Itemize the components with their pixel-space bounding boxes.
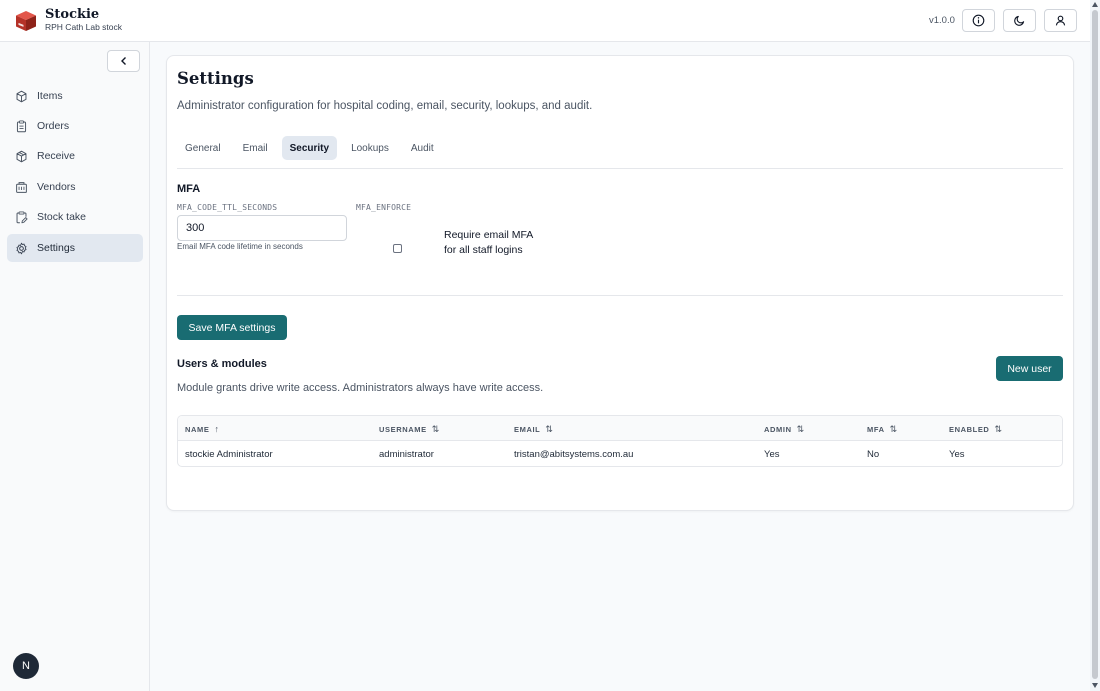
column-header-admin[interactable]: ADMIN ⇅ bbox=[764, 424, 805, 435]
tab-lookups[interactable]: Lookups bbox=[343, 136, 397, 160]
sort-icon: ⇅ bbox=[796, 424, 805, 434]
sidebar-item-receive[interactable]: Receive bbox=[7, 142, 143, 170]
column-label: NAME bbox=[185, 424, 210, 434]
info-button[interactable] bbox=[962, 9, 995, 32]
sort-icon: ⇅ bbox=[545, 424, 554, 434]
app-subtitle: RPH Cath Lab stock bbox=[45, 22, 123, 32]
user-icon bbox=[1055, 15, 1066, 26]
clipboard-icon bbox=[16, 120, 27, 132]
column-label: MFA bbox=[867, 425, 885, 434]
column-header-username[interactable]: USERNAME ⇅ bbox=[379, 424, 440, 435]
package-icon bbox=[16, 150, 27, 162]
sort-icon: ⇅ bbox=[994, 424, 1003, 434]
moon-icon bbox=[1014, 15, 1025, 26]
sidebar-item-settings[interactable]: Settings bbox=[7, 234, 143, 262]
page-scrollbar[interactable] bbox=[1090, 0, 1100, 691]
sidebar-item-label: Items bbox=[37, 90, 63, 102]
cell-mfa: No bbox=[867, 449, 880, 460]
column-header-mfa[interactable]: MFA ⇅ bbox=[867, 424, 898, 435]
column-label: EMAIL bbox=[514, 425, 541, 434]
top-header: Stockie RPH Cath Lab stock v1.0.0 bbox=[0, 0, 1090, 42]
cell-admin: Yes bbox=[764, 449, 780, 460]
save-mfa-settings-button[interactable]: Save MFA settings bbox=[177, 315, 287, 340]
column-label: ADMIN bbox=[764, 425, 792, 434]
cube-icon bbox=[16, 90, 27, 102]
cell-name: stockie Administrator bbox=[185, 449, 273, 460]
sidebar-item-label: Receive bbox=[37, 150, 75, 162]
sidebar: Items Orders Receive Vendors Stock take … bbox=[0, 42, 150, 691]
sidebar-item-stock-take[interactable]: Stock take bbox=[7, 203, 143, 231]
sidebar-collapse-button[interactable] bbox=[107, 50, 140, 72]
users-description: Module grants drive write access. Admini… bbox=[177, 382, 544, 394]
tab-security[interactable]: Security bbox=[281, 136, 338, 160]
mfa-enforce-text[interactable]: Require email MFA for all staff logins bbox=[444, 228, 534, 257]
tab-general[interactable]: General bbox=[177, 136, 229, 160]
chevron-left-icon bbox=[120, 57, 126, 65]
column-label: USERNAME bbox=[379, 425, 427, 434]
settings-tabs: General Email Security Lookups Audit bbox=[177, 136, 448, 160]
brand[interactable]: Stockie RPH Cath Lab stock bbox=[14, 8, 122, 33]
settings-card: Settings Administrator configuration for… bbox=[166, 55, 1074, 511]
sidebar-item-label: Orders bbox=[37, 120, 70, 132]
gear-icon bbox=[16, 242, 27, 254]
scroll-up-icon[interactable] bbox=[1092, 2, 1098, 7]
sort-icon: ⇅ bbox=[431, 424, 440, 434]
table-header: NAME ↑ USERNAME ⇅ EMAIL ⇅ ADMIN ⇅ MFA ⇅ ENABL… bbox=[178, 416, 1062, 441]
new-user-button[interactable]: New user bbox=[996, 356, 1063, 381]
users-table: NAME ↑ USERNAME ⇅ EMAIL ⇅ ADMIN ⇅ MFA ⇅ ENABL… bbox=[177, 415, 1063, 467]
scroll-down-icon[interactable] bbox=[1092, 683, 1098, 688]
tab-audit[interactable]: Audit bbox=[403, 136, 442, 160]
app-name: Stockie bbox=[45, 7, 100, 22]
column-header-name[interactable]: NAME ↑ bbox=[185, 424, 220, 434]
users-heading: Users & modules bbox=[177, 358, 267, 370]
sidebar-item-label: Settings bbox=[37, 242, 75, 254]
building-icon bbox=[16, 181, 27, 193]
scroll-thumb[interactable] bbox=[1092, 10, 1098, 679]
info-icon bbox=[972, 14, 985, 27]
sidebar-item-vendors[interactable]: Vendors bbox=[7, 173, 143, 201]
section-divider bbox=[177, 295, 1063, 296]
cell-enabled: Yes bbox=[949, 449, 965, 460]
sidebar-item-label: Stock take bbox=[37, 211, 87, 223]
sidebar-item-label: Vendors bbox=[37, 181, 76, 193]
theme-toggle-button[interactable] bbox=[1003, 9, 1036, 32]
column-header-enabled[interactable]: ENABLED ⇅ bbox=[949, 424, 1003, 435]
mfa-ttl-label: MFA_CODE_TTL_SECONDS bbox=[177, 203, 278, 212]
user-menu-button[interactable] bbox=[1044, 9, 1077, 32]
mfa-ttl-help: Email MFA code lifetime in seconds bbox=[177, 242, 303, 251]
column-label: ENABLED bbox=[949, 425, 990, 434]
sidebar-item-items[interactable]: Items bbox=[7, 82, 143, 110]
mfa-enforce-checkbox[interactable] bbox=[393, 244, 402, 253]
cell-username: administrator bbox=[379, 449, 434, 460]
cell-email: tristan@abitsystems.com.au bbox=[514, 449, 634, 460]
page-description: Administrator configuration for hospital… bbox=[177, 100, 593, 112]
clipboard-edit-icon bbox=[16, 211, 28, 223]
mfa-enforce-label: MFA_ENFORCE bbox=[356, 203, 412, 212]
sort-icon: ⇅ bbox=[889, 424, 898, 434]
column-header-email[interactable]: EMAIL ⇅ bbox=[514, 424, 554, 435]
avatar[interactable]: N bbox=[13, 653, 39, 679]
tabs-divider bbox=[177, 168, 1063, 169]
stockie-logo-icon bbox=[16, 10, 36, 31]
tab-email[interactable]: Email bbox=[235, 136, 276, 160]
sidebar-item-orders[interactable]: Orders bbox=[7, 112, 143, 140]
version-label: v1.0.0 bbox=[929, 15, 955, 26]
page-title: Settings bbox=[177, 69, 254, 88]
sort-asc-icon: ↑ bbox=[214, 424, 220, 434]
mfa-heading: MFA bbox=[177, 183, 201, 195]
mfa-ttl-input[interactable] bbox=[177, 215, 347, 241]
